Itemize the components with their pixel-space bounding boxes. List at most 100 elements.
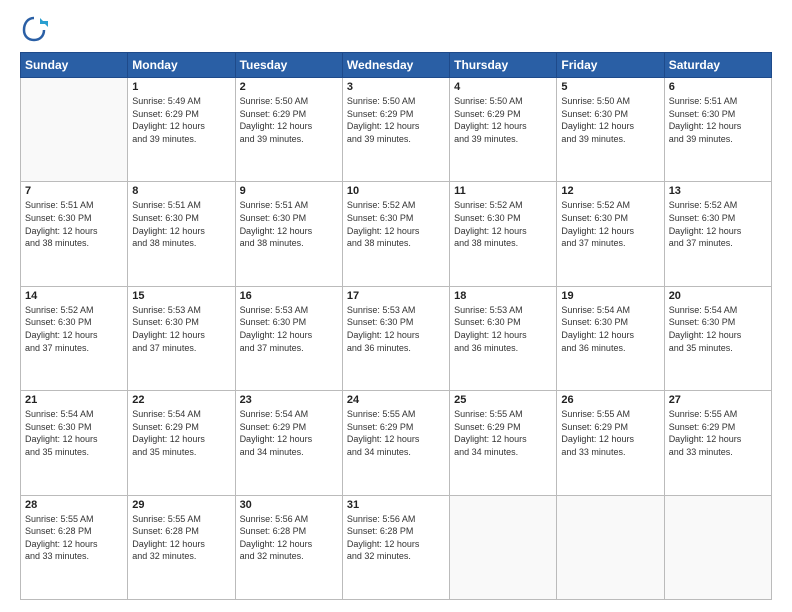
calendar-cell: 13 Sunrise: 5:52 AM Sunset: 6:30 PM Dayli… <box>664 182 771 286</box>
day-header-monday: Monday <box>128 53 235 78</box>
day-number: 20 <box>669 290 767 302</box>
calendar-cell: 9 Sunrise: 5:51 AM Sunset: 6:30 PM Daylig… <box>235 182 342 286</box>
day-info: Sunrise: 5:51 AM Sunset: 6:30 PM Dayligh… <box>132 199 230 249</box>
day-info: Sunrise: 5:55 AM Sunset: 6:28 PM Dayligh… <box>132 513 230 563</box>
calendar-cell: 3Sunrise: 5:50 AM Sunset: 6:29 PM Daylig… <box>342 78 449 182</box>
day-header-sunday: Sunday <box>21 53 128 78</box>
day-number: 25 <box>454 394 552 406</box>
day-number: 11 <box>454 185 552 197</box>
day-info: Sunrise: 5:53 AM Sunset: 6:30 PM Dayligh… <box>454 304 552 354</box>
day-number: 3 <box>347 81 445 93</box>
day-info: Sunrise: 5:55 AM Sunset: 6:28 PM Dayligh… <box>25 513 123 563</box>
day-info: Sunrise: 5:53 AM Sunset: 6:30 PM Dayligh… <box>240 304 338 354</box>
calendar-cell: 12 Sunrise: 5:52 AM Sunset: 6:30 PM Dayli… <box>557 182 664 286</box>
calendar-cell: 31Sunrise: 5:56 AM Sunset: 6:28 PM Dayli… <box>342 495 449 599</box>
day-info: Sunrise: 5:54 AM Sunset: 6:29 PM Dayligh… <box>240 408 338 458</box>
day-info: Sunrise: 5:56 AM Sunset: 6:28 PM Dayligh… <box>347 513 445 563</box>
day-info: Sunrise: 5:52 AM Sunset: 6:30 PM Dayligh… <box>454 199 552 249</box>
day-number: 10 <box>347 185 445 197</box>
calendar-cell: 21 Sunrise: 5:54 AM Sunset: 6:30 PM Dayli… <box>21 391 128 495</box>
calendar-cell: 10 Sunrise: 5:52 AM Sunset: 6:30 PM Dayli… <box>342 182 449 286</box>
calendar-cell: 16 Sunrise: 5:53 AM Sunset: 6:30 PM Dayli… <box>235 286 342 390</box>
day-info: Sunrise: 5:50 AM Sunset: 6:30 PM Dayligh… <box>561 95 659 145</box>
day-header-thursday: Thursday <box>450 53 557 78</box>
day-number: 23 <box>240 394 338 406</box>
day-number: 5 <box>561 81 659 93</box>
calendar-cell <box>21 78 128 182</box>
day-number: 19 <box>561 290 659 302</box>
week-row-2: 7 Sunrise: 5:51 AM Sunset: 6:30 PM Daylig… <box>21 182 772 286</box>
day-info: Sunrise: 5:56 AM Sunset: 6:28 PM Dayligh… <box>240 513 338 563</box>
day-info: Sunrise: 5:51 AM Sunset: 6:30 PM Dayligh… <box>669 95 767 145</box>
day-info: Sunrise: 5:50 AM Sunset: 6:29 PM Dayligh… <box>240 95 338 145</box>
day-header-tuesday: Tuesday <box>235 53 342 78</box>
calendar-cell: 4 Sunrise: 5:50 AM Sunset: 6:29 PM Daylig… <box>450 78 557 182</box>
logo-icon <box>20 16 48 44</box>
day-header-wednesday: Wednesday <box>342 53 449 78</box>
calendar-cell: 15 Sunrise: 5:53 AM Sunset: 6:30 PM Dayli… <box>128 286 235 390</box>
page: SundayMondayTuesdayWednesdayThursdayFrid… <box>0 0 792 612</box>
day-number: 1 <box>132 81 230 93</box>
day-info: Sunrise: 5:51 AM Sunset: 6:30 PM Dayligh… <box>240 199 338 249</box>
week-row-3: 14Sunrise: 5:52 AM Sunset: 6:30 PM Dayli… <box>21 286 772 390</box>
day-number: 28 <box>25 499 123 511</box>
day-info: Sunrise: 5:50 AM Sunset: 6:29 PM Dayligh… <box>454 95 552 145</box>
calendar-cell: 18 Sunrise: 5:53 AM Sunset: 6:30 PM Dayli… <box>450 286 557 390</box>
day-number: 27 <box>669 394 767 406</box>
day-info: Sunrise: 5:54 AM Sunset: 6:29 PM Dayligh… <box>132 408 230 458</box>
day-number: 13 <box>669 185 767 197</box>
day-info: Sunrise: 5:55 AM Sunset: 6:29 PM Dayligh… <box>561 408 659 458</box>
calendar-cell: 26 Sunrise: 5:55 AM Sunset: 6:29 PM Dayli… <box>557 391 664 495</box>
day-number: 7 <box>25 185 123 197</box>
day-info: Sunrise: 5:49 AM Sunset: 6:29 PM Dayligh… <box>132 95 230 145</box>
week-row-1: 1 Sunrise: 5:49 AM Sunset: 6:29 PM Daylig… <box>21 78 772 182</box>
day-info: Sunrise: 5:55 AM Sunset: 6:29 PM Dayligh… <box>454 408 552 458</box>
day-number: 29 <box>132 499 230 511</box>
day-number: 9 <box>240 185 338 197</box>
calendar-cell: 11 Sunrise: 5:52 AM Sunset: 6:30 PM Dayli… <box>450 182 557 286</box>
calendar-cell: 22 Sunrise: 5:54 AM Sunset: 6:29 PM Dayli… <box>128 391 235 495</box>
day-number: 24 <box>347 394 445 406</box>
day-number: 26 <box>561 394 659 406</box>
day-info: Sunrise: 5:55 AM Sunset: 6:29 PM Dayligh… <box>347 408 445 458</box>
day-info: Sunrise: 5:55 AM Sunset: 6:29 PM Dayligh… <box>669 408 767 458</box>
day-info: Sunrise: 5:54 AM Sunset: 6:30 PM Dayligh… <box>561 304 659 354</box>
day-info: Sunrise: 5:54 AM Sunset: 6:30 PM Dayligh… <box>25 408 123 458</box>
day-info: Sunrise: 5:53 AM Sunset: 6:30 PM Dayligh… <box>347 304 445 354</box>
day-number: 2 <box>240 81 338 93</box>
day-number: 6 <box>669 81 767 93</box>
calendar-table: SundayMondayTuesdayWednesdayThursdayFrid… <box>20 52 772 600</box>
day-info: Sunrise: 5:52 AM Sunset: 6:30 PM Dayligh… <box>561 199 659 249</box>
day-number: 14 <box>25 290 123 302</box>
day-header-friday: Friday <box>557 53 664 78</box>
calendar-cell: 5 Sunrise: 5:50 AM Sunset: 6:30 PM Daylig… <box>557 78 664 182</box>
day-number: 15 <box>132 290 230 302</box>
day-info: Sunrise: 5:53 AM Sunset: 6:30 PM Dayligh… <box>132 304 230 354</box>
calendar-cell: 29 Sunrise: 5:55 AM Sunset: 6:28 PM Dayli… <box>128 495 235 599</box>
day-number: 18 <box>454 290 552 302</box>
logo <box>20 16 52 44</box>
calendar-cell: 25 Sunrise: 5:55 AM Sunset: 6:29 PM Dayli… <box>450 391 557 495</box>
calendar-cell: 30Sunrise: 5:56 AM Sunset: 6:28 PM Dayli… <box>235 495 342 599</box>
calendar-cell: 27 Sunrise: 5:55 AM Sunset: 6:29 PM Dayli… <box>664 391 771 495</box>
day-number: 21 <box>25 394 123 406</box>
day-info: Sunrise: 5:52 AM Sunset: 6:30 PM Dayligh… <box>669 199 767 249</box>
calendar-cell: 19 Sunrise: 5:54 AM Sunset: 6:30 PM Dayli… <box>557 286 664 390</box>
calendar-cell: 20Sunrise: 5:54 AM Sunset: 6:30 PM Dayli… <box>664 286 771 390</box>
calendar-cell: 2 Sunrise: 5:50 AM Sunset: 6:29 PM Daylig… <box>235 78 342 182</box>
calendar-cell: 17Sunrise: 5:53 AM Sunset: 6:30 PM Dayli… <box>342 286 449 390</box>
day-number: 12 <box>561 185 659 197</box>
calendar-cell: 7 Sunrise: 5:51 AM Sunset: 6:30 PM Daylig… <box>21 182 128 286</box>
calendar-cell: 23 Sunrise: 5:54 AM Sunset: 6:29 PM Dayli… <box>235 391 342 495</box>
calendar-cell: 28 Sunrise: 5:55 AM Sunset: 6:28 PM Dayli… <box>21 495 128 599</box>
day-number: 22 <box>132 394 230 406</box>
calendar-cell: 14Sunrise: 5:52 AM Sunset: 6:30 PM Dayli… <box>21 286 128 390</box>
day-number: 16 <box>240 290 338 302</box>
day-info: Sunrise: 5:52 AM Sunset: 6:30 PM Dayligh… <box>347 199 445 249</box>
week-row-5: 28 Sunrise: 5:55 AM Sunset: 6:28 PM Dayli… <box>21 495 772 599</box>
calendar-cell <box>557 495 664 599</box>
calendar-cell: 24 Sunrise: 5:55 AM Sunset: 6:29 PM Dayli… <box>342 391 449 495</box>
header <box>20 16 772 44</box>
day-info: Sunrise: 5:51 AM Sunset: 6:30 PM Dayligh… <box>25 199 123 249</box>
day-number: 4 <box>454 81 552 93</box>
